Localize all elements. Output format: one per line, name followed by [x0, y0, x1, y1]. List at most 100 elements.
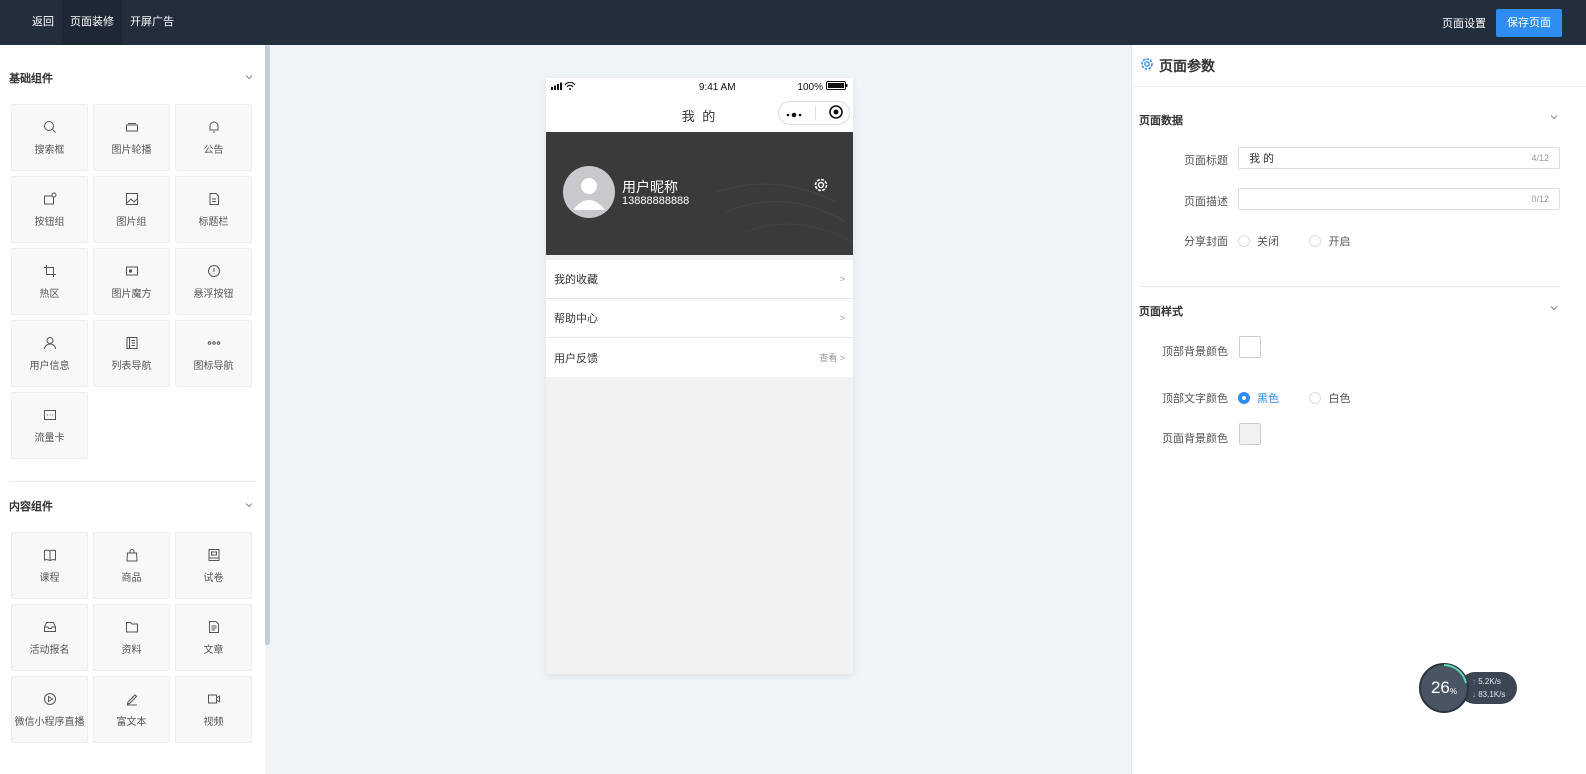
component-button-group[interactable]: 按钮组 — [11, 176, 88, 243]
card-icon — [43, 408, 57, 422]
component-label: 试卷 — [203, 572, 224, 584]
component-label: 流量卡 — [34, 432, 65, 444]
tab-page-decoration[interactable]: 页面装修 — [62, 0, 122, 45]
folder-icon — [125, 620, 139, 634]
play-icon — [43, 692, 57, 706]
page-desc-input[interactable]: 0/12 — [1238, 188, 1560, 210]
more-dots-icon[interactable] — [785, 106, 803, 121]
page-bg-color-label: 页面背景颜色 — [1162, 433, 1228, 445]
page-settings-link[interactable]: 页面设置 — [1442, 15, 1486, 31]
component-label: 富文本 — [116, 716, 147, 728]
component-title-bar[interactable]: 标题栏 — [175, 176, 252, 243]
dots-icon — [207, 336, 221, 350]
preview-canvas: 9:41 AM 100% 我 的 用户昵称 13888888888 我的收藏 >… — [270, 45, 1131, 774]
share-on-radio[interactable]: 开启 — [1309, 233, 1350, 249]
text-black-radio[interactable]: 黑色 — [1238, 390, 1279, 406]
component-label: 悬浮按钮 — [193, 288, 234, 300]
top-bg-color-swatch[interactable] — [1239, 336, 1261, 358]
component-label: 公告 — [203, 144, 224, 156]
float-button-icon — [207, 264, 221, 278]
text-white-radio[interactable]: 白色 — [1309, 390, 1350, 406]
section-title: 页面数据 — [1139, 115, 1183, 127]
component-notice[interactable]: 公告 — [175, 104, 252, 171]
view-text: 查看 — [819, 353, 838, 363]
top-text-color-label: 顶部文字颜色 — [1162, 393, 1228, 405]
page-desc-label: 页面描述 — [1184, 196, 1228, 208]
component-label: 搜索框 — [34, 144, 65, 156]
gear-icon[interactable] — [813, 177, 829, 198]
page-style-section-header[interactable]: 页面样式 — [1139, 303, 1559, 319]
menu-item-favorites[interactable]: 我的收藏 > — [546, 260, 853, 299]
battery-percent: 100% — [797, 81, 823, 93]
chevron-right-icon: > — [839, 313, 845, 323]
component-image-cube[interactable]: 图片魔方 — [93, 248, 170, 315]
component-materials[interactable]: 资料 — [93, 604, 170, 671]
chevron-down-icon[interactable] — [244, 500, 254, 513]
speed-values: ↑ 5.2K/s ↓ 83.1K/s — [1472, 675, 1505, 701]
panel-header: 页面参数 — [1132, 45, 1586, 87]
save-page-button[interactable]: 保存页面 — [1496, 8, 1562, 37]
close-target-icon[interactable] — [829, 104, 843, 122]
menu-item-label: 用户反馈 — [554, 352, 598, 365]
radio-circle — [1309, 392, 1322, 404]
page-bg-color-swatch[interactable] — [1239, 423, 1261, 445]
bell-icon — [207, 120, 221, 134]
content-components-header[interactable]: 内容组件 — [9, 496, 254, 516]
component-article[interactable]: 文章 — [175, 604, 252, 671]
down-arrow-icon: ↓ — [1472, 690, 1476, 699]
component-course[interactable]: 课程 — [11, 532, 88, 599]
page-title-input[interactable]: 我 的 4/12 — [1238, 147, 1560, 169]
component-search[interactable]: 搜索框 — [11, 104, 88, 171]
menu-item-right: 查看 > — [819, 351, 845, 364]
component-traffic-card[interactable]: 流量卡 — [11, 392, 88, 459]
back-link[interactable]: 返回 — [24, 0, 62, 45]
network-speed-widget[interactable]: 26% ↑ 5.2K/s ↓ 83.1K/s — [1419, 663, 1519, 713]
component-hotspot[interactable]: 热区 — [11, 248, 88, 315]
article-icon — [207, 620, 221, 634]
component-carousel[interactable]: 图片轮播 — [93, 104, 170, 171]
share-cover-label: 分享封面 — [1184, 236, 1228, 248]
component-goods[interactable]: 商品 — [93, 532, 170, 599]
exam-icon — [207, 548, 221, 562]
image-cube-icon — [125, 264, 139, 278]
component-image-group[interactable]: 图片组 — [93, 176, 170, 243]
component-exam[interactable]: 试卷 — [175, 532, 252, 599]
component-event-signup[interactable]: 活动报名 — [11, 604, 88, 671]
page-desc-count: 0/12 — [1531, 194, 1549, 204]
share-off-radio[interactable]: 关闭 — [1238, 233, 1279, 249]
component-video[interactable]: 视频 — [175, 676, 252, 743]
component-list-nav[interactable]: 列表导航 — [93, 320, 170, 387]
component-label: 活动报名 — [29, 644, 70, 656]
component-rich-text[interactable]: 富文本 — [93, 676, 170, 743]
page-data-section-header[interactable]: 页面数据 — [1139, 112, 1559, 128]
component-live[interactable]: 微信小程序直播 — [11, 676, 88, 743]
component-label: 课程 — [39, 572, 60, 584]
chevron-down-icon[interactable] — [1549, 303, 1559, 319]
menu-item-feedback[interactable]: 用户反馈 查看 > — [546, 338, 853, 377]
menu-item-help[interactable]: 帮助中心 > — [546, 299, 853, 338]
carousel-icon — [125, 120, 139, 134]
chevron-down-icon[interactable] — [1549, 112, 1559, 128]
status-time: 9:41 AM — [698, 81, 736, 93]
component-icon-nav[interactable]: 图标导航 — [175, 320, 252, 387]
component-user-info[interactable]: 用户信息 — [11, 320, 88, 387]
component-label: 图片魔方 — [111, 288, 152, 300]
component-float-button[interactable]: 悬浮按钮 — [175, 248, 252, 315]
share-cover-radios: 关闭 开启 — [1238, 233, 1376, 252]
component-label: 标题栏 — [198, 216, 229, 228]
top-bg-color-label: 顶部背景颜色 — [1162, 346, 1228, 358]
panel-title: 页面参数 — [1159, 57, 1215, 74]
signal-wifi-icon — [551, 81, 577, 93]
book-icon — [43, 548, 57, 562]
component-label: 列表导航 — [111, 360, 152, 372]
basic-components-header[interactable]: 基础组件 — [9, 68, 254, 88]
search-icon — [43, 120, 57, 134]
tab-splash-ad[interactable]: 开屏广告 — [122, 0, 182, 45]
battery-group: 100% — [797, 81, 848, 93]
component-label: 文章 — [203, 644, 224, 656]
download-speed: ↓ 83.1K/s — [1472, 688, 1505, 701]
avatar[interactable] — [563, 166, 615, 218]
top-actions: 页面设置 保存页面 — [1442, 0, 1562, 45]
chevron-down-icon[interactable] — [244, 72, 254, 85]
miniprogram-capsule[interactable] — [778, 101, 850, 125]
